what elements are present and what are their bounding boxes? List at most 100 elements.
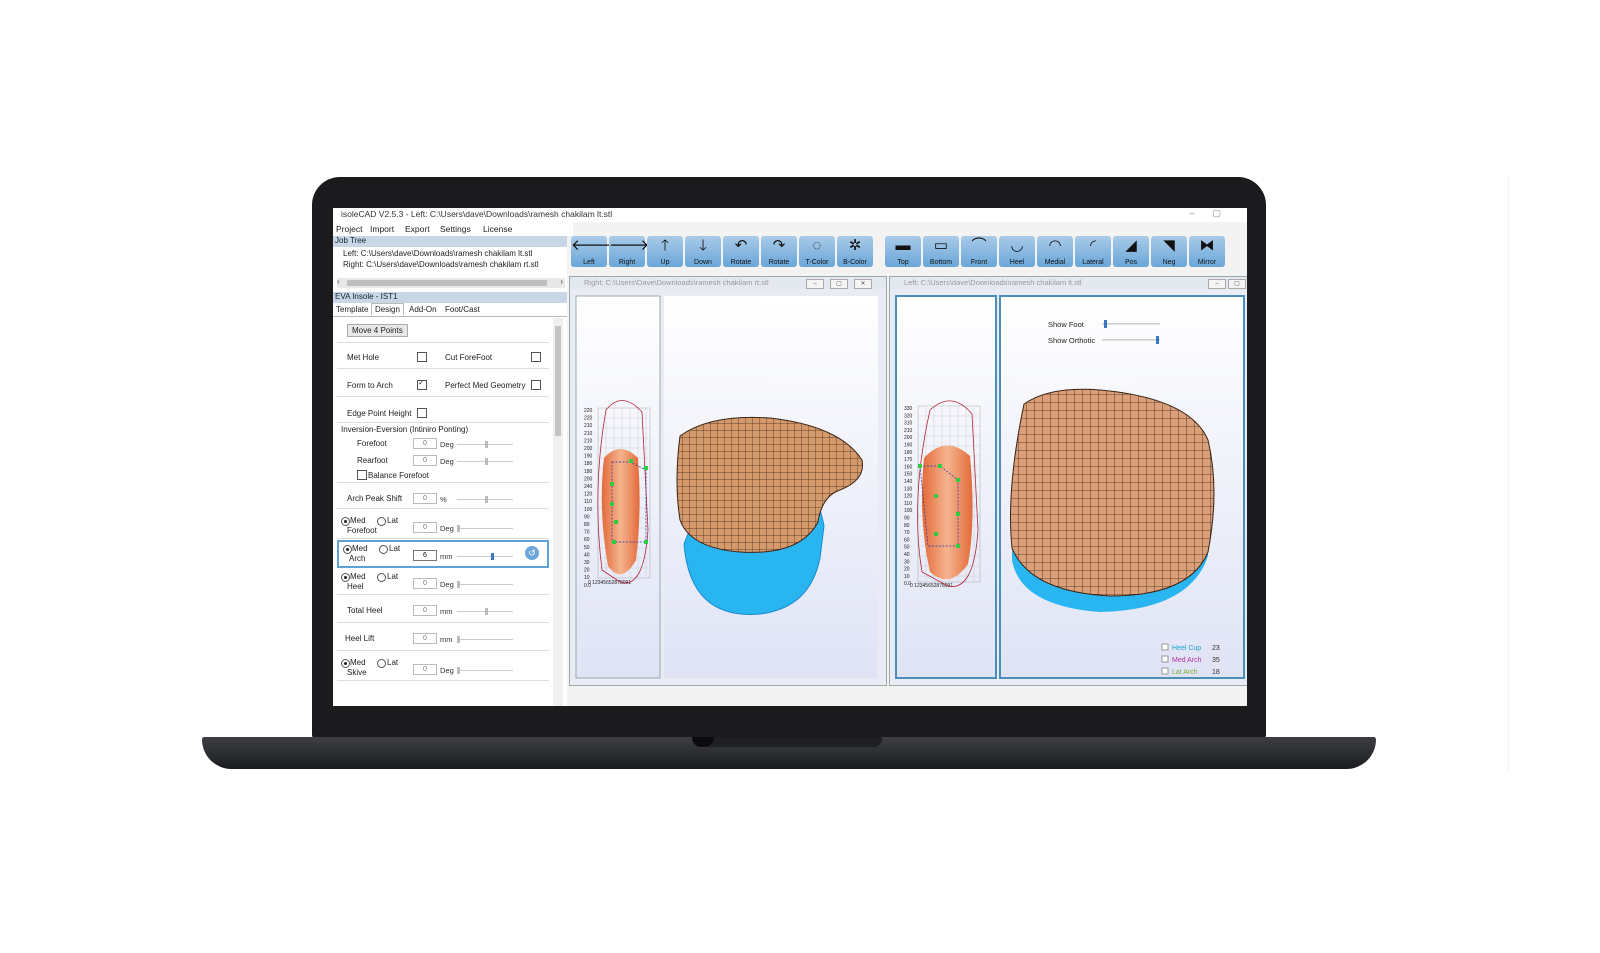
- move-4-points-button[interactable]: Move 4 Points: [347, 324, 408, 337]
- lateral-view-icon: ◜: [1090, 237, 1096, 254]
- left-panel: Job Tree Left: C:\Users\dave\Downloads\r…: [333, 236, 567, 706]
- scale-tick-label: 80: [584, 522, 590, 528]
- form-to-arch-checkbox[interactable]: [417, 378, 427, 390]
- heel-lift-input[interactable]: 0: [413, 633, 437, 644]
- toolbar-button-left[interactable]: 🡐 Left: [571, 236, 611, 267]
- tab-add-on[interactable]: Add-On: [409, 305, 437, 314]
- med-heel-radio[interactable]: [341, 573, 350, 582]
- toolbar-button-lateral[interactable]: ◜ Lateral: [1075, 236, 1111, 267]
- med-arch-label: Med: [352, 544, 368, 553]
- toolbar-button-mirror[interactable]: ⧓ Mirror: [1189, 236, 1225, 267]
- vscroll-thumb[interactable]: [555, 326, 561, 436]
- edge-point-checkbox[interactable]: [417, 408, 427, 418]
- edge-point-label: Edge Point Height: [347, 409, 412, 418]
- arch-peak-input[interactable]: 0: [413, 493, 437, 504]
- legend-checkbox[interactable]: [1161, 655, 1169, 663]
- total-heel-row: Total Heel 0 mm: [337, 598, 549, 623]
- perfect-med-checkbox[interactable]: [531, 380, 541, 390]
- rearfoot-slider[interactable]: [457, 458, 513, 465]
- show-foot-slider[interactable]: [1102, 323, 1160, 325]
- forefoot-slider[interactable]: [457, 441, 513, 448]
- med-skive-radio[interactable]: [341, 659, 350, 668]
- med-skive-label: Med: [350, 658, 366, 667]
- minimize-icon[interactable]: –: [1208, 279, 1226, 289]
- toolbar-button-b-color[interactable]: ✲ B-Color: [837, 236, 873, 267]
- window-controls[interactable]: –▢: [1189, 208, 1239, 219]
- lat-forefoot-radio[interactable]: [377, 517, 386, 526]
- heel-lift-slider[interactable]: [457, 636, 513, 643]
- toolbar-button-rotate[interactable]: ↶ Rotate: [723, 236, 759, 267]
- med-heel-slider[interactable]: [457, 581, 513, 588]
- toolbar-button-up[interactable]: 🡑 Up: [647, 236, 683, 267]
- horizontal-scrollbar[interactable]: ‹ ›: [337, 277, 565, 288]
- med-arch-slider[interactable]: [457, 553, 513, 560]
- menu-project[interactable]: Project: [336, 224, 362, 234]
- left-viewport[interactable]: 3303203102102001901801701601501401301201…: [890, 290, 1247, 685]
- toolbar-button-bottom[interactable]: ▭ Bottom: [923, 236, 959, 267]
- toolbar-button-down[interactable]: 🡓 Down: [685, 236, 721, 267]
- scale-tick-label: 210: [904, 428, 913, 434]
- arch-peak-slider[interactable]: [457, 496, 513, 503]
- lat-heel-radio[interactable]: [377, 573, 386, 582]
- close-icon[interactable]: ✕: [854, 279, 872, 289]
- tree-item-left[interactable]: Left: C:\Users\dave\Downloads\ramesh cha…: [343, 249, 532, 258]
- scale-tick-label: 310: [904, 421, 913, 427]
- legend-checkbox[interactable]: [1161, 667, 1169, 675]
- toolbar-button-neg[interactable]: ◥ Neg: [1151, 236, 1187, 267]
- tab-design[interactable]: Design: [371, 303, 404, 315]
- met-hole-checkbox[interactable]: [417, 352, 427, 362]
- toolbar-button-pos[interactable]: ◢ Pos: [1113, 236, 1149, 267]
- left-view-canvas[interactable]: 330 320 310 210 200 190 180 170 160 150 140 130 120 1…: [890, 290, 1247, 685]
- cut-forefoot-checkbox[interactable]: [531, 352, 541, 362]
- maximize-icon[interactable]: ▢: [1228, 279, 1246, 289]
- toolbar-button-front[interactable]: ⌒ Front: [961, 236, 997, 267]
- rearfoot-input[interactable]: 0: [413, 455, 437, 466]
- scale-tick-label: 170: [904, 457, 913, 463]
- balance-forefoot-checkbox[interactable]: [357, 470, 367, 480]
- toolbar-button-t-color[interactable]: ◌ T-Color: [799, 236, 835, 267]
- toolbar-button-rotate-2[interactable]: ↷ Rotate: [761, 236, 797, 267]
- legend-checkbox[interactable]: [1161, 643, 1169, 651]
- med-forefoot-slider[interactable]: [457, 525, 513, 532]
- toolbar-button-top[interactable]: ▬ Top: [885, 236, 921, 267]
- med-heel-input[interactable]: 0: [413, 578, 437, 589]
- forefoot-input[interactable]: 0: [413, 438, 437, 449]
- maximize-icon[interactable]: ▢: [830, 279, 848, 289]
- menu-settings[interactable]: Settings: [440, 224, 471, 234]
- scroll-left-icon[interactable]: ‹: [337, 277, 340, 286]
- reset-icon[interactable]: ↺: [525, 546, 539, 560]
- med-arch-input[interactable]: 6: [413, 550, 437, 561]
- right-view-canvas[interactable]: 220 220 210 210 210 200 190 180 180 200 240 120 110 1…: [570, 290, 886, 685]
- total-heel-input[interactable]: 0: [413, 605, 437, 616]
- med-skive-input[interactable]: 0: [413, 664, 437, 675]
- toolbar-button-medial[interactable]: ◠ Medial: [1037, 236, 1073, 267]
- tab-foot-cast[interactable]: Foot/Cast: [445, 305, 480, 314]
- inversion-group-label: Inversion-Eversion (Intiniro Ponting): [341, 425, 469, 434]
- menu-import[interactable]: Import: [370, 224, 394, 234]
- window-title: isoleCAD V2.5.3 - Left: C:\Users\dave\Do…: [341, 209, 613, 219]
- menu-export[interactable]: Export: [405, 224, 430, 234]
- menu-license[interactable]: License: [483, 224, 512, 234]
- lat-skive-radio[interactable]: [377, 659, 386, 668]
- total-heel-slider[interactable]: [457, 608, 513, 615]
- toolbar-button-heel[interactable]: ◡ Heel: [999, 236, 1035, 267]
- left-view-window: Left: C:\Users\dave\Downloads\ramesh cha…: [889, 276, 1247, 686]
- med-forefoot-input[interactable]: 0: [413, 522, 437, 533]
- lat-arch-radio[interactable]: [379, 545, 388, 554]
- med-skive-slider[interactable]: [457, 667, 513, 674]
- scrollbar-thumb[interactable]: [347, 280, 547, 286]
- minimize-icon[interactable]: –: [806, 279, 824, 289]
- show-foot-knob[interactable]: [1104, 320, 1107, 328]
- show-orthotic-knob[interactable]: [1156, 336, 1159, 344]
- scroll-right-icon[interactable]: ›: [560, 277, 563, 286]
- scale-tick-label: 210: [584, 438, 593, 444]
- show-orthotic-slider[interactable]: [1102, 339, 1160, 341]
- med-arch-radio[interactable]: [343, 545, 352, 554]
- vertical-scrollbar[interactable]: [553, 318, 563, 706]
- toolbar-button-right[interactable]: 🡒 Right: [609, 236, 649, 267]
- tree-item-right[interactable]: Right: C:\Users\dave\Downloads\ramesh ch…: [343, 260, 539, 269]
- tab-template[interactable]: Template: [336, 305, 368, 314]
- right-viewport[interactable]: 2202202102102102001901801802002401201101…: [570, 290, 886, 685]
- heel-view-icon: ◡: [1010, 237, 1024, 254]
- med-forefoot-radio[interactable]: [341, 517, 350, 526]
